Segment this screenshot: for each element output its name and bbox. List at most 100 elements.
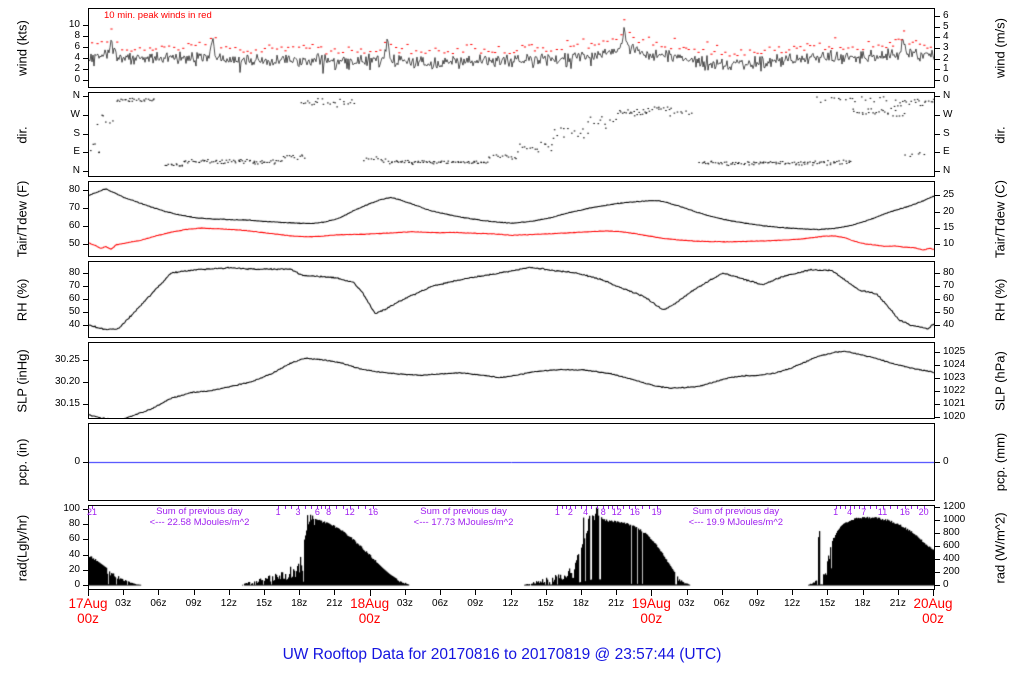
x-hour-tick bbox=[334, 590, 336, 595]
x-hour-tick bbox=[440, 590, 442, 595]
y-tick-label-right: S bbox=[943, 128, 950, 139]
y-tick-left bbox=[83, 312, 88, 313]
y-tick-right bbox=[935, 352, 940, 353]
x-hour-tick bbox=[721, 590, 723, 595]
y-tick-label-right: 70 bbox=[943, 280, 955, 291]
y-tick-right bbox=[935, 404, 940, 405]
y-tick-left bbox=[83, 115, 88, 116]
y-tick-right bbox=[935, 365, 940, 366]
y-tick-label-right: 200 bbox=[943, 566, 960, 577]
y-tick-label-right: 0 bbox=[943, 579, 949, 590]
y-tick-left bbox=[83, 299, 88, 300]
y-tick-label-left: 70 bbox=[68, 202, 80, 213]
axis-title-left-rad-text: rad(Lgly/hr) bbox=[14, 514, 30, 581]
y-tick-label-right: 600 bbox=[943, 540, 960, 551]
y-tick-right bbox=[935, 134, 940, 135]
panel-wind-plot bbox=[89, 9, 934, 87]
y-tick-label-right: W bbox=[943, 109, 953, 120]
y-tick-right bbox=[935, 27, 940, 28]
rad-hour-label: 7 bbox=[861, 507, 867, 517]
y-tick-label-left: E bbox=[73, 146, 80, 157]
y-tick-right bbox=[935, 312, 940, 313]
panel-slp-plot bbox=[89, 343, 934, 418]
y-tick-left bbox=[83, 404, 88, 405]
x-hour-tick bbox=[123, 590, 125, 595]
axis-title-left-slp-text: SLP (inHg) bbox=[14, 348, 30, 413]
y-tick-label-right: 1024 bbox=[943, 359, 966, 370]
y-tick-label-left: 80 bbox=[68, 518, 80, 529]
axis-title-left-wind-text: wind (kts) bbox=[14, 20, 30, 76]
rad-hour-minor-tick bbox=[365, 506, 367, 509]
y-tick-label-left: 0 bbox=[74, 456, 80, 467]
y-tick-label-left: 30.25 bbox=[54, 354, 80, 365]
y-tick-left bbox=[83, 47, 88, 48]
rad-hour-label: 1 bbox=[833, 507, 839, 517]
y-tick-label-right: 1022 bbox=[943, 385, 966, 396]
x-day-zero: 00z bbox=[358, 611, 381, 626]
y-tick-label-left: 60 bbox=[68, 533, 80, 544]
y-tick-label-left: 20 bbox=[68, 564, 80, 575]
x-hour-label: 09z bbox=[748, 598, 766, 609]
rad-hour-label: 16 bbox=[368, 507, 379, 517]
x-hour-tick bbox=[299, 590, 301, 595]
rad-hour-label: 8 bbox=[326, 507, 332, 517]
x-hour-label: 06z bbox=[713, 598, 730, 609]
rad-hour-label: 8 bbox=[600, 507, 606, 517]
rad-hour-minor-tick bbox=[844, 506, 846, 509]
panel-rh bbox=[88, 261, 935, 338]
y-tick-label-left: 0 bbox=[74, 74, 80, 85]
rad-sum-label: Sum of previous day bbox=[692, 506, 780, 517]
y-tick-right bbox=[935, 59, 940, 60]
x-hour-label: 15z bbox=[255, 598, 273, 609]
x-hour-tick bbox=[264, 590, 266, 595]
x-hour-tick bbox=[792, 590, 794, 595]
x-hour-label: 12z bbox=[502, 598, 519, 609]
rad-hour-minor-tick bbox=[649, 506, 651, 509]
y-tick-right bbox=[935, 378, 940, 379]
x-hour-tick bbox=[862, 590, 864, 595]
rad-sum-value: <--- 17.73 MJoules/m^2 bbox=[413, 516, 514, 528]
rad-hour-label: 19 bbox=[651, 507, 662, 517]
x-hour-label: 18z bbox=[854, 598, 871, 609]
y-tick-label-right: 2 bbox=[943, 53, 949, 64]
rad-hour-minor-tick bbox=[642, 506, 644, 509]
panel-temp bbox=[88, 181, 935, 257]
rad-hour-minor-tick bbox=[310, 506, 312, 509]
y-tick-label-right: 3 bbox=[943, 42, 949, 53]
y-tick-label-right: N bbox=[943, 165, 951, 176]
axis-title-left-rh-text: RH (%) bbox=[14, 278, 30, 321]
x-hour-label: 21z bbox=[889, 598, 906, 609]
rad-hour-label: 16 bbox=[899, 507, 910, 517]
x-hour-label: 06z bbox=[150, 598, 167, 609]
y-tick-right bbox=[935, 195, 940, 196]
x-hour-label: 09z bbox=[185, 598, 202, 609]
panel-slp bbox=[88, 342, 935, 419]
panel-dir bbox=[88, 92, 935, 177]
x-day-label: 20Aug 00z bbox=[913, 596, 952, 626]
rad-hour-label: 16 bbox=[629, 507, 640, 517]
y-tick-label-left: 70 bbox=[68, 280, 80, 291]
y-tick-label-right: 20 bbox=[943, 206, 955, 217]
x-hour-tick bbox=[686, 590, 688, 595]
y-tick-label-right: 1023 bbox=[943, 372, 966, 383]
rad-hour-minor-tick bbox=[597, 506, 599, 509]
y-tick-label-right: 60 bbox=[943, 293, 955, 304]
y-tick-left bbox=[83, 273, 88, 274]
y-tick-label-right: 1 bbox=[943, 63, 949, 74]
rad-hour-label: 6 bbox=[314, 507, 320, 517]
x-hour-tick bbox=[756, 590, 758, 595]
y-tick-label-right: 4 bbox=[943, 31, 949, 42]
rad-sum-annotation: Sum of previous day <--- 22.58 MJoules/m^… bbox=[150, 506, 250, 528]
x-hour-tick bbox=[827, 590, 829, 595]
y-tick-left bbox=[83, 555, 88, 556]
x-hour-label: 15z bbox=[819, 598, 836, 609]
y-tick-right bbox=[935, 572, 940, 573]
y-tick-right bbox=[935, 325, 940, 326]
y-tick-left bbox=[83, 80, 88, 81]
rad-hour-minor-tick bbox=[321, 506, 323, 509]
y-tick-right bbox=[935, 80, 940, 81]
axis-title-right-dir-text: dir. bbox=[992, 125, 1008, 144]
x-hour-label: 03z bbox=[678, 598, 695, 609]
x-day-name: 17Aug bbox=[68, 596, 108, 611]
panel-dir-plot bbox=[89, 93, 934, 176]
